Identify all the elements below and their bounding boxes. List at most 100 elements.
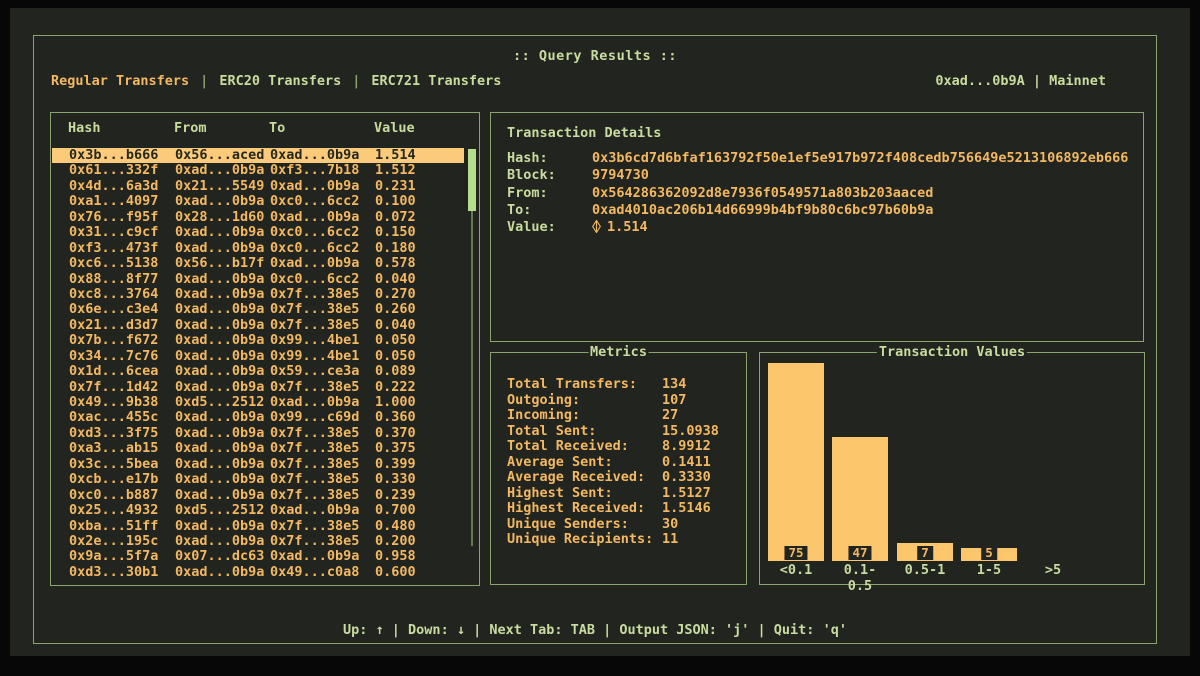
table-cell: 0xc0...6cc2 [270, 194, 359, 209]
table-cell: 0x49...c0a8 [270, 565, 359, 580]
table-row[interactable]: 0xf3...473f 0xad...0b9a 0xc0...6cc2 0.180 [52, 241, 464, 256]
table-row[interactable]: 0xa1...40970xad...0b9a0xc0...6cc20.100 [52, 194, 464, 209]
table-cell: 0xa3...ab15 [69, 441, 158, 456]
table-cell: 0xc6...5138 [69, 256, 158, 271]
table-cell: 0x7b...f672 [69, 333, 158, 348]
table-cell: 0x21...d3d7 [69, 318, 158, 333]
table-row[interactable]: 0x7b...f6720xad...0b9a0x99...4be10.050 [52, 333, 464, 348]
bar-value-label: 47 [848, 546, 871, 560]
details-field-value: 9794730 [592, 167, 649, 184]
metric-value: 1.5127 [662, 486, 711, 502]
table-row[interactable]: 0x3c...5bea0xad...0b9a0x7f...38e50.399 [52, 457, 464, 472]
table-row[interactable]: 0x31...c9cf0xad...0b9a0xc0...6cc20.150 [52, 225, 464, 240]
table-row[interactable]: 0x21...d3d70xad...0b9a0x7f...38e50.040 [52, 318, 464, 333]
table-row[interactable]: 0xa3...ab150xad...0b9a0x7f...38e50.375 [52, 441, 464, 456]
table-cell: 0.231 [375, 179, 416, 194]
table-cell: 0xc8...3764 [69, 287, 158, 302]
table-cell: 0xad...0b9a [270, 210, 359, 225]
table-row[interactable]: 0x1d...6cea0xad...0b9a0x59...ce3a0.089 [52, 364, 464, 379]
table-cell: 0x7f...1d42 [69, 380, 158, 395]
details-field-label: Block: [507, 167, 556, 184]
details-fields: Hash:0x3b6cd7d6bfaf163792f50e1ef5e917b97… [491, 150, 1143, 236]
table-cell: 0.089 [375, 364, 416, 379]
metrics-list: Total Transfers:134Outgoing:107Incoming:… [491, 377, 746, 548]
metric-label: Average Sent: [507, 455, 613, 471]
table-cell: 0xad...0b9a [175, 225, 264, 240]
histogram-bar: 5 [961, 548, 1017, 561]
details-field: To:0xad4010ac206b14d66999b4bf9b80c6bc97b… [491, 202, 1143, 219]
table-row[interactable]: 0x25...49320xd5...25120xad...0b9a0.700 [52, 503, 464, 518]
metric-label: Highest Sent: [507, 486, 613, 502]
wallet-address: 0xad...0b9A | Mainnet [935, 73, 1106, 89]
table-cell: 0xba...51ff [69, 519, 158, 534]
table-row[interactable]: 0xc8...37640xad...0b9a0x7f...38e50.270 [52, 287, 464, 302]
table-cell: 0x7f...38e5 [270, 472, 359, 487]
table-cell: 0xd5...2512 [175, 503, 264, 518]
details-field: Value:1.514 [491, 219, 1143, 236]
details-title: Transaction Details [507, 125, 661, 141]
histogram-category-label: 0.1-0.5 [832, 562, 888, 594]
table-row[interactable]: 0x3b...b6660x56...aced0xad...0b9a1.514 [52, 148, 464, 163]
table-cell: 0xad...0b9a [175, 333, 264, 348]
table-row[interactable]: 0x49...9b380xd5...25120xad...0b9a1.000 [52, 395, 464, 410]
metric-label: Total Transfers: [507, 377, 637, 393]
table-row[interactable]: 0x9a...5f7a0x07...dc630xad...0b9a0.958 [52, 549, 464, 564]
table-row[interactable]: 0xc0...b8870xad...0b9a0x7f...38e50.239 [52, 488, 464, 503]
table-cell: 0.600 [375, 565, 416, 580]
table-cell: 0x7f...38e5 [270, 519, 359, 534]
table-cell: 0xf3...473f [69, 241, 158, 256]
metric-row: Highest Sent: 1.5127 [491, 486, 746, 502]
metric-label: Highest Received: [507, 501, 645, 517]
histogram-category-label: 0.5-1 [897, 562, 953, 578]
table-cell: 0x99...c69d [270, 410, 359, 425]
bar-value-label: 75 [784, 546, 807, 560]
table-row[interactable]: 0x88...8f770xad...0b9a0xc0...6cc20.040 [52, 272, 464, 287]
table-cell: 0.072 [375, 210, 416, 225]
table-cell: 0xad...0b9a [270, 179, 359, 194]
table-cell: 0x49...9b38 [69, 395, 158, 410]
table-row[interactable]: 0xd3...3f750xad...0b9a0x7f...38e50.370 [52, 426, 464, 441]
table-cell: 0.270 [375, 287, 416, 302]
table-cell: 0.480 [375, 519, 416, 534]
tab-erc721-transfers[interactable]: ERC721 Transfers [371, 73, 501, 89]
tab-erc20-transfers[interactable]: ERC20 Transfers [219, 73, 341, 89]
details-field-label: Value: [507, 219, 556, 236]
table-cell: 0x61...332f [69, 163, 158, 178]
table-row[interactable]: 0x34...7c760xad...0b9a0x99...4be10.050 [52, 349, 464, 364]
table-cell: 0xd5...2512 [175, 395, 264, 410]
help-bar: Up: ↑ | Down: ↓ | Next Tab: TAB | Output… [34, 622, 1156, 638]
table-row[interactable]: 0x4d...6a3d0x21...55490xad...0b9a0.231 [52, 179, 464, 194]
table-cell: 0xa1...4097 [69, 194, 158, 209]
table-row[interactable]: 0x6e...c3e40xad...0b9a0x7f...38e50.260 [52, 302, 464, 317]
metric-value: 15.0938 [662, 424, 719, 440]
table-cell: 0xad...0b9a [175, 364, 264, 379]
table-cell: 0.050 [375, 349, 416, 364]
table-row[interactable]: 0xd3...30b10xad...0b9a0x49...c0a80.600 [52, 565, 464, 580]
metric-value: 27 [662, 408, 678, 424]
metric-value: 1.5146 [662, 501, 711, 517]
table-row[interactable]: 0xba...51ff0xad...0b9a0x7f...38e50.480 [52, 519, 464, 534]
table-cell: 0x1d...6cea [69, 364, 158, 379]
table-row[interactable]: 0x76...f95f0x28...1d600xad...0b9a0.072 [52, 210, 464, 225]
tab-separator: | [200, 73, 208, 89]
table-cell: 0xc0...6cc2 [270, 225, 359, 240]
table-cell: 0.180 [375, 241, 416, 256]
column-header-value: Value [374, 120, 415, 136]
table-cell: 0xad...0b9a [175, 241, 264, 256]
table-row[interactable]: 0xac...455c0xad...0b9a0x99...c69d0.360 [52, 410, 464, 425]
details-field-label: To: [507, 202, 531, 219]
scrollbar-thumb[interactable] [468, 149, 476, 211]
table-cell: 0x7f...38e5 [270, 287, 359, 302]
table-cell: 0.399 [375, 457, 416, 472]
tab-regular-transfers[interactable]: Regular Transfers [51, 73, 189, 89]
table-row[interactable]: 0xcb...e17b0xad...0b9a0x7f...38e50.330 [52, 472, 464, 487]
table-cell: 0xc0...6cc2 [270, 241, 359, 256]
table-row[interactable]: 0xc6...51380x56...b17f0xad...0b9a0.578 [52, 256, 464, 271]
table-body: 0x3b...b6660x56...aced0xad...0b9a1.5140x… [52, 148, 464, 580]
table-row[interactable]: 0x2e...195c0xad...0b9a0x7f...38e50.200 [52, 534, 464, 549]
details-field: Hash:0x3b6cd7d6bfaf163792f50e1ef5e917b97… [491, 150, 1143, 167]
table-cell: 0x7f...38e5 [270, 488, 359, 503]
table-row[interactable]: 0x61...332f0xad...0b9a0xf3...7b181.512 [52, 163, 464, 178]
table-cell: 0x31...c9cf [69, 225, 158, 240]
table-row[interactable]: 0x7f...1d420xad...0b9a0x7f...38e50.222 [52, 380, 464, 395]
